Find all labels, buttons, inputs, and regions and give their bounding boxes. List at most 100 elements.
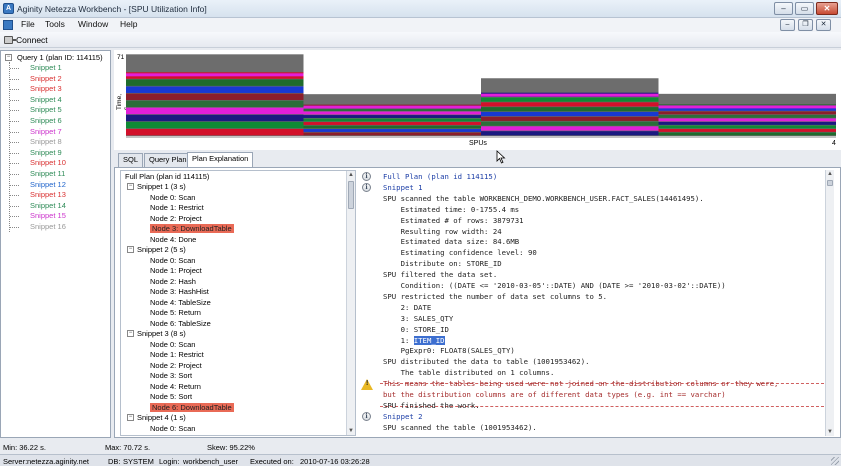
tree-connector <box>10 184 19 186</box>
close-button[interactable]: ✕ <box>816 2 838 15</box>
explanation-line: Snippet 1 <box>383 183 423 192</box>
explanation-line: 3: SALES_QTY <box>383 314 454 323</box>
snippet-node[interactable]: Snippet 11 <box>30 169 65 178</box>
line-text: SPU scanned the table WORKBENCH_DEMO.WOR… <box>383 193 704 203</box>
tab-plan-explanation[interactable]: Plan Explanation <box>187 152 254 167</box>
snippet-node[interactable]: Snippet 8 <box>30 137 62 146</box>
plan-snippet-node[interactable]: Snippet 2 (5 s) <box>137 245 186 254</box>
connect-button[interactable]: Connect <box>4 34 48 46</box>
snippet-time-segment <box>126 79 304 86</box>
plan-step-node[interactable]: Node 1: Restrict <box>150 350 204 359</box>
collapse-icon[interactable]: − <box>127 246 134 253</box>
explanation-line: 2: DATE <box>383 303 432 312</box>
snippet-node[interactable]: Snippet 6 <box>30 116 62 125</box>
scroll-down-icon[interactable]: ▼ <box>826 428 834 436</box>
plan-step-node[interactable]: Node 2: Project <box>150 214 202 223</box>
snippet-node[interactable]: Snippet 15 <box>30 211 66 220</box>
executed-label: Executed on: <box>250 457 294 466</box>
explanation-line: Distribute on: STORE_ID <box>383 259 502 268</box>
plan-step-node[interactable]: Node 1: Restrict <box>150 203 204 212</box>
maximize-button[interactable]: ▭ <box>795 2 814 15</box>
scroll-down-icon[interactable]: ▼ <box>347 427 355 435</box>
scroll-up-icon[interactable]: ▲ <box>347 171 355 179</box>
plan-step-node[interactable]: Node 4: TableSize <box>150 298 211 307</box>
spu-bar[interactable] <box>481 78 659 136</box>
explanation-scrollbar[interactable]: ▲ ▼ <box>825 170 834 436</box>
query-root-node[interactable]: Query 1 (plan ID: 114115) <box>17 53 103 62</box>
plan-step-node[interactable]: Node 6: DownloadTable <box>150 402 234 412</box>
line-text: Estimated data size: 84.6MB <box>383 237 520 247</box>
snippet-node[interactable]: Snippet 3 <box>30 84 62 93</box>
tab-sql[interactable]: SQL <box>118 153 144 167</box>
scroll-up-icon[interactable]: ▲ <box>826 170 834 178</box>
snippet-time-segment <box>481 97 659 102</box>
selected-text[interactable]: ITEM_ID <box>413 335 445 345</box>
tab-query-plan[interactable]: Query Plan <box>144 153 192 167</box>
snippet-node[interactable]: Snippet 12 <box>30 180 66 189</box>
mdi-close-button[interactable]: ✕ <box>816 19 831 31</box>
plan-explanation-text[interactable]: Full Plan (plan id 114115) Snippet 1 SPU s… <box>378 170 824 436</box>
menu-window[interactable]: Window <box>78 19 108 29</box>
connect-label: Connect <box>16 35 48 45</box>
plan-step-node[interactable]: Node 4: Done <box>150 235 196 244</box>
snippet-node[interactable]: Snippet 4 <box>30 95 62 104</box>
plan-step-node[interactable]: Node 3: DownloadTable <box>150 224 234 233</box>
tree-connector <box>10 131 19 133</box>
plan-step-node[interactable]: Node 2: Hash <box>150 277 196 286</box>
line-text: Estimating confidence level: 90 <box>383 248 537 258</box>
min-time: Min: 36.22 s. <box>3 443 46 452</box>
scroll-thumb[interactable] <box>348 181 354 209</box>
scroll-thumb[interactable] <box>827 180 833 186</box>
plan-step-node[interactable]: Node 5: Sort <box>150 392 192 401</box>
plan-root-node[interactable]: Full Plan (plan id 114115) <box>125 172 209 181</box>
spu-bar[interactable] <box>303 94 482 136</box>
snippet-node[interactable]: Snippet 16 <box>30 222 66 231</box>
snippet-node[interactable]: Snippet 13 <box>30 190 66 199</box>
spu-bar[interactable] <box>658 93 837 136</box>
plan-step-node[interactable]: Node 6: TableSize <box>150 319 211 328</box>
plan-step-node[interactable]: Node 5: Return <box>150 308 201 317</box>
menu-help[interactable]: Help <box>120 19 137 29</box>
plan-step-node[interactable]: Node 0: Scan <box>150 340 195 349</box>
plan-step-node[interactable]: Node 4: Return <box>150 382 201 391</box>
collapse-icon[interactable]: − <box>127 414 134 421</box>
snippet-node[interactable]: Snippet 9 <box>30 148 62 157</box>
plan-tree[interactable]: Full Plan (plan id 114115) − Snippet 1 (3… <box>120 170 356 436</box>
snippet-node[interactable]: Snippet 7 <box>30 127 62 136</box>
resize-grip-icon[interactable] <box>831 457 839 465</box>
snippet-node[interactable]: Snippet 1 <box>30 63 62 72</box>
mdi-minimize-button[interactable]: – <box>780 19 795 31</box>
stats-bar: Min: 36.22 s. Max: 70.72 s. Skew: 95.22% <box>0 441 841 453</box>
plan-step-node[interactable]: Node 2: Project <box>150 361 202 370</box>
query-tree[interactable]: − Query 1 (plan ID: 114115) Snippet 1 Sni… <box>0 50 111 438</box>
explanation-line: SPU distributed the data to table (10019… <box>383 357 589 366</box>
plan-tree-scrollbar[interactable]: ▲ ▼ <box>346 171 355 435</box>
snippet-time-segment <box>303 118 481 122</box>
plan-snippet-node[interactable]: Snippet 1 (3 s) <box>137 182 186 191</box>
explanation-line: 0: STORE_ID <box>383 325 449 334</box>
plan-step-node[interactable]: Node 3: Sort <box>150 371 192 380</box>
plan-step-node[interactable]: Node 0: Scan <box>150 256 195 265</box>
explanation-line: Condition: ((DATE <= '2010-03-05'::DATE)… <box>383 281 726 290</box>
collapse-icon[interactable]: − <box>127 330 134 337</box>
minimize-button[interactable]: – <box>774 2 793 15</box>
menu-file[interactable]: File <box>21 19 35 29</box>
snippet-node[interactable]: Snippet 14 <box>30 201 66 210</box>
snippet-time-segment <box>658 111 836 115</box>
snippet-node[interactable]: Snippet 5 <box>30 105 62 114</box>
collapse-icon[interactable]: − <box>127 183 134 190</box>
document-icon[interactable] <box>3 20 13 30</box>
snippet-time-segment <box>126 86 304 93</box>
plan-step-node[interactable]: Node 0: Scan <box>150 424 195 433</box>
spu-bar[interactable] <box>126 54 304 136</box>
plan-snippet-node[interactable]: Snippet 3 (8 s) <box>137 329 186 338</box>
snippet-node[interactable]: Snippet 10 <box>30 158 66 167</box>
mdi-restore-button[interactable]: ❐ <box>798 19 813 31</box>
snippet-node[interactable]: Snippet 2 <box>30 74 62 83</box>
plan-step-node[interactable]: Node 3: HashHist <box>150 287 209 296</box>
collapse-icon[interactable]: − <box>5 54 12 61</box>
menu-tools[interactable]: Tools <box>45 19 65 29</box>
plan-step-node[interactable]: Node 0: Scan <box>150 193 195 202</box>
plan-snippet-node[interactable]: Snippet 4 (1 s) <box>137 413 186 422</box>
plan-step-node[interactable]: Node 1: Project <box>150 266 202 275</box>
